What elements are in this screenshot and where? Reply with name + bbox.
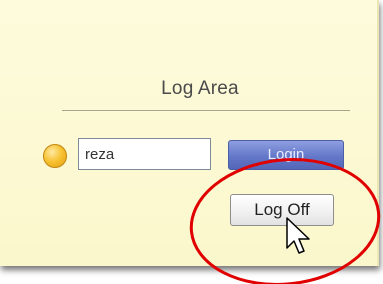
- log-off-button[interactable]: Log Off: [230, 194, 334, 226]
- username-input[interactable]: [78, 138, 211, 170]
- login-button[interactable]: Login: [228, 140, 344, 170]
- status-dot-icon: [43, 144, 67, 168]
- title-divider: [62, 110, 350, 111]
- panel-title: Log Area: [161, 78, 239, 99]
- log-area-panel: Log Area Login Log Off: [0, 0, 379, 266]
